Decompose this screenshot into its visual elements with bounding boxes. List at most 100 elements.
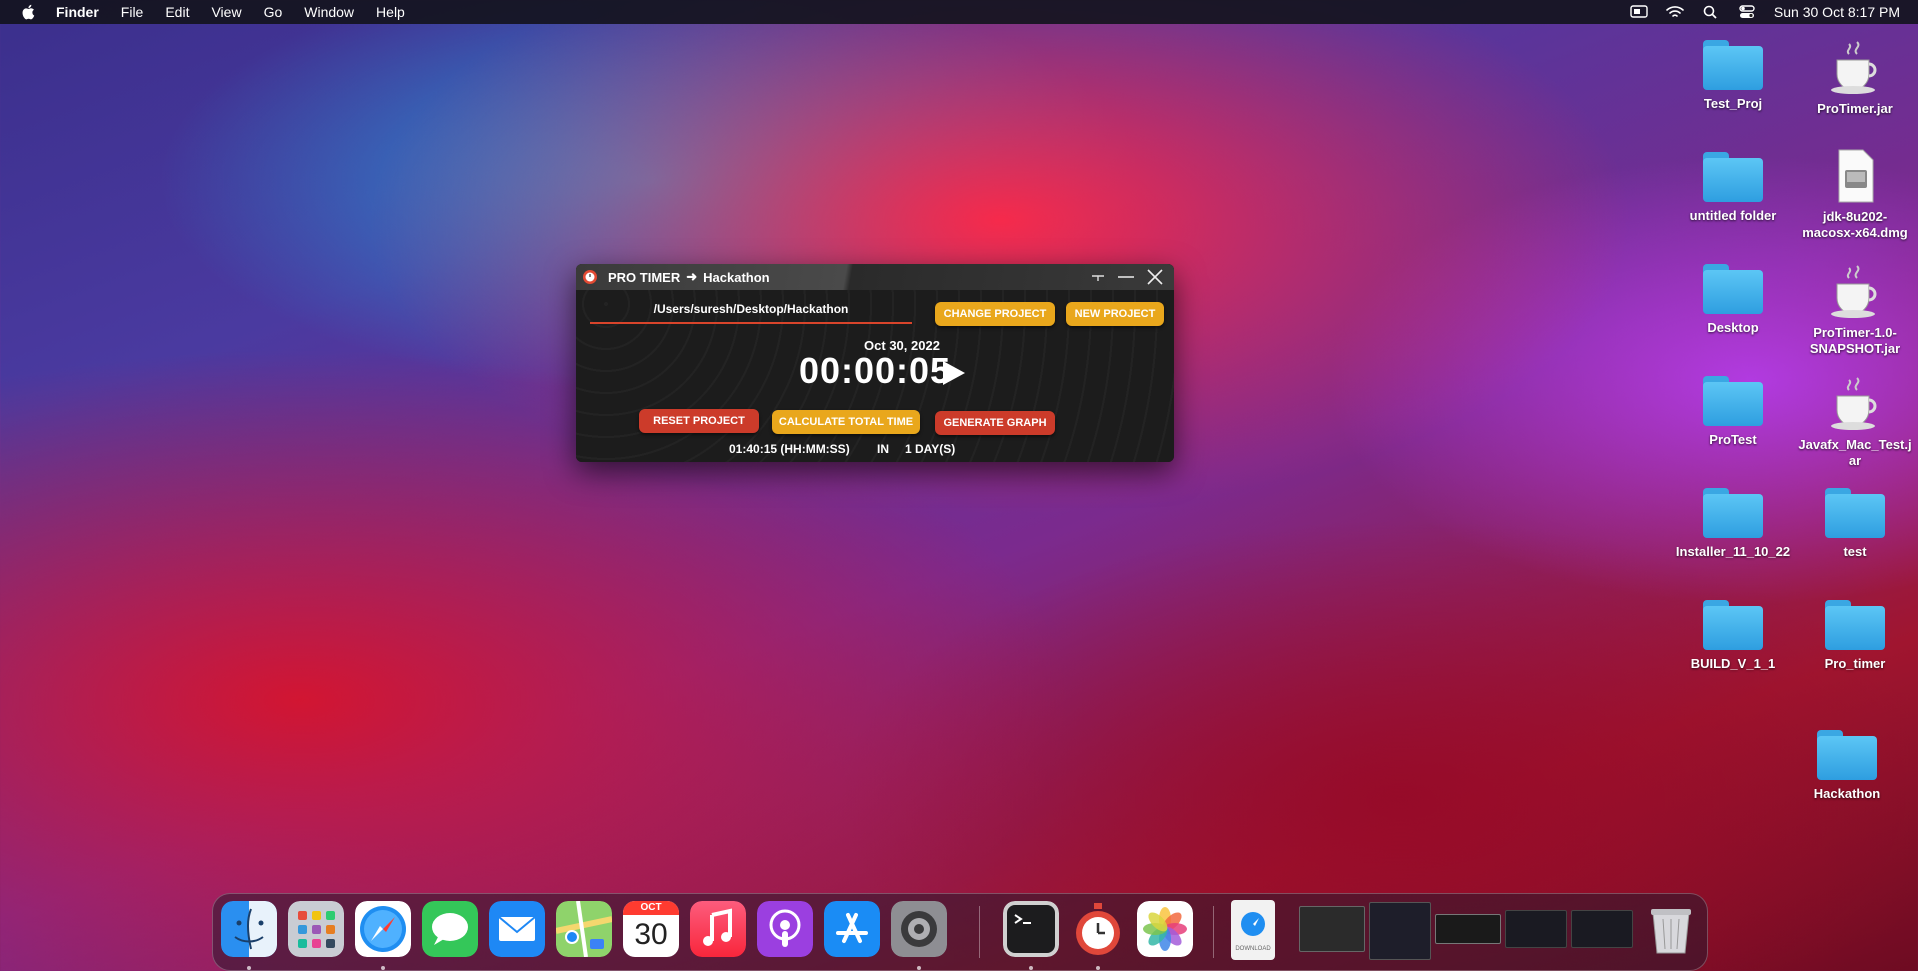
running-indicator — [1029, 966, 1033, 970]
calendar-day: 30 — [634, 918, 668, 951]
menu-window[interactable]: Window — [304, 4, 354, 20]
menu-bar: Finder File Edit View Go Window Help Sun… — [0, 0, 1918, 24]
safari-icon[interactable] — [355, 901, 411, 957]
launchpad-icon[interactable] — [288, 901, 344, 957]
window-titlebar[interactable]: PRO TIMER ➜ Hackathon — [576, 264, 1174, 290]
menu-go[interactable]: Go — [264, 4, 283, 20]
folder-icon — [1825, 600, 1885, 650]
change-project-button[interactable]: CHANGE PROJECT — [935, 302, 1055, 326]
desktop-icon-label: Desktop — [1707, 320, 1759, 335]
minimized-window-3[interactable] — [1435, 914, 1501, 944]
photos-icon[interactable] — [1137, 901, 1193, 957]
generate-graph-button[interactable]: GENERATE GRAPH — [935, 411, 1055, 435]
desktop-icon-protimer-jar[interactable]: ProTimer.jar — [1790, 40, 1918, 117]
folder-icon — [1817, 730, 1877, 780]
app-store-icon[interactable] — [824, 901, 880, 957]
folder-icon — [1703, 600, 1763, 650]
desktop-icon-label: test — [1843, 544, 1867, 559]
desktop-icon-jdk-dmg[interactable]: jdk-8u202- macosx-x64.dmg — [1790, 148, 1918, 241]
running-indicator — [247, 966, 251, 970]
terminal-icon[interactable] — [1003, 901, 1059, 957]
desktop-icon-label: Test_Proj — [1703, 96, 1763, 111]
desktop-icon-protimer-snapshot-jar[interactable]: ProTimer-1.0- SNAPSHOT.jar — [1790, 264, 1918, 357]
desktop-icon-build-v-1-1[interactable]: BUILD_V_1_1 — [1668, 600, 1798, 672]
desktop-icon-hackathon[interactable]: Hackathon — [1782, 730, 1912, 802]
desktop-icon-label: untitled folder — [1689, 208, 1777, 223]
minimized-window-2[interactable] — [1369, 902, 1431, 960]
menu-clock[interactable]: Sun 30 Oct 8:17 PM — [1774, 4, 1900, 20]
desktop-icon-label: Pro_timer — [1824, 656, 1886, 671]
folder-icon — [1703, 152, 1763, 202]
desktop-icon-desktop[interactable]: Desktop — [1668, 264, 1798, 336]
desktop-icon-label: ProTimer-1.0- SNAPSHOT.jar — [1809, 325, 1901, 356]
reset-project-button[interactable]: RESET PROJECT — [639, 409, 759, 433]
desktop-icon-installer[interactable]: Installer_11_10_22 — [1668, 488, 1798, 560]
control-center-icon[interactable] — [1738, 5, 1756, 19]
protimer-icon[interactable] — [1070, 901, 1126, 957]
system-preferences-icon[interactable] — [891, 901, 947, 957]
menu-file[interactable]: File — [121, 4, 144, 20]
safari-compass-icon — [1241, 912, 1265, 936]
new-project-button[interactable]: NEW PROJECT — [1066, 302, 1164, 326]
total-in-label: IN — [877, 442, 889, 456]
folder-icon — [1703, 264, 1763, 314]
running-indicator — [1096, 966, 1100, 970]
close-icon[interactable] — [1145, 268, 1165, 286]
desktop-icon-label: jdk-8u202- macosx-x64.dmg — [1802, 209, 1908, 240]
folder-icon — [1703, 376, 1763, 426]
messages-icon[interactable] — [422, 901, 478, 957]
total-days-value: 1 DAY(S) — [905, 442, 956, 456]
folder-icon — [1703, 40, 1763, 90]
pro-timer-window: PRO TIMER ➜ Hackathon /Users/suresh/Desk… — [576, 264, 1174, 462]
menu-finder[interactable]: Finder — [56, 4, 99, 20]
desktop-icon-label: Javafx_Mac_Test.j ar — [1798, 437, 1912, 468]
project-path-field[interactable]: /Users/suresh/Desktop/Hackathon — [590, 302, 912, 324]
desktop-icon-label: BUILD_V_1_1 — [1690, 656, 1776, 671]
calculate-total-time-button[interactable]: CALCULATE TOTAL TIME — [772, 410, 920, 434]
window-title-arrow: ➜ — [686, 269, 698, 284]
java-jar-icon — [1831, 377, 1877, 430]
mail-icon[interactable] — [489, 901, 545, 957]
menu-view[interactable]: View — [211, 4, 241, 20]
folder-icon — [1703, 488, 1763, 538]
minimized-window-5[interactable] — [1571, 910, 1633, 948]
finder-icon[interactable] — [221, 901, 277, 957]
pro-timer-logo-icon — [583, 270, 597, 284]
menu-edit[interactable]: Edit — [165, 4, 189, 20]
desktop-icon-label: ProTimer.jar — [1817, 101, 1893, 116]
minimized-window-4[interactable] — [1505, 910, 1567, 948]
disk-image-icon — [1838, 149, 1874, 203]
wifi-icon[interactable] — [1666, 5, 1684, 19]
calendar-month: OCT — [623, 901, 679, 915]
downloads-stack-icon[interactable]: DOWNLOAD — [1231, 900, 1275, 960]
minimized-window-1[interactable] — [1299, 906, 1365, 952]
apple-logo-icon[interactable] — [20, 3, 38, 21]
pin-icon[interactable] — [1088, 268, 1108, 286]
music-icon[interactable] — [690, 901, 746, 957]
desktop-icon-test[interactable]: test — [1790, 488, 1918, 560]
screen-mirroring-icon[interactable] — [1630, 5, 1648, 19]
folder-icon — [1825, 488, 1885, 538]
window-title-app: PRO TIMER — [608, 269, 681, 285]
desktop-icon-label: Hackathon — [1813, 786, 1881, 801]
trash-icon[interactable] — [1643, 901, 1699, 957]
total-time-value: 01:40:15 (HH:MM:SS) — [729, 442, 850, 456]
running-indicator — [381, 966, 385, 970]
calendar-icon[interactable]: OCT 30 — [623, 901, 679, 957]
play-icon[interactable] — [938, 358, 968, 388]
minimize-icon[interactable] — [1116, 268, 1136, 286]
desktop-icon-untitled-folder[interactable]: untitled folder — [1668, 152, 1798, 224]
desktop-icon-protest[interactable]: ProTest — [1668, 376, 1798, 448]
menu-help[interactable]: Help — [376, 4, 405, 20]
window-title-project: Hackathon — [703, 269, 770, 285]
desktop-icon-javafx-jar[interactable]: Javafx_Mac_Test.j ar — [1790, 376, 1918, 469]
desktop-icon-pro-timer[interactable]: Pro_timer — [1790, 600, 1918, 672]
desktop-icon-test-proj[interactable]: Test_Proj — [1668, 40, 1798, 112]
java-jar-icon — [1831, 265, 1877, 318]
downloads-label: DOWNLOAD — [1235, 946, 1271, 952]
java-jar-icon — [1831, 41, 1877, 94]
spotlight-search-icon[interactable] — [1702, 5, 1720, 19]
podcasts-icon[interactable] — [757, 901, 813, 957]
maps-icon[interactable] — [556, 901, 612, 957]
running-indicator — [917, 966, 921, 970]
